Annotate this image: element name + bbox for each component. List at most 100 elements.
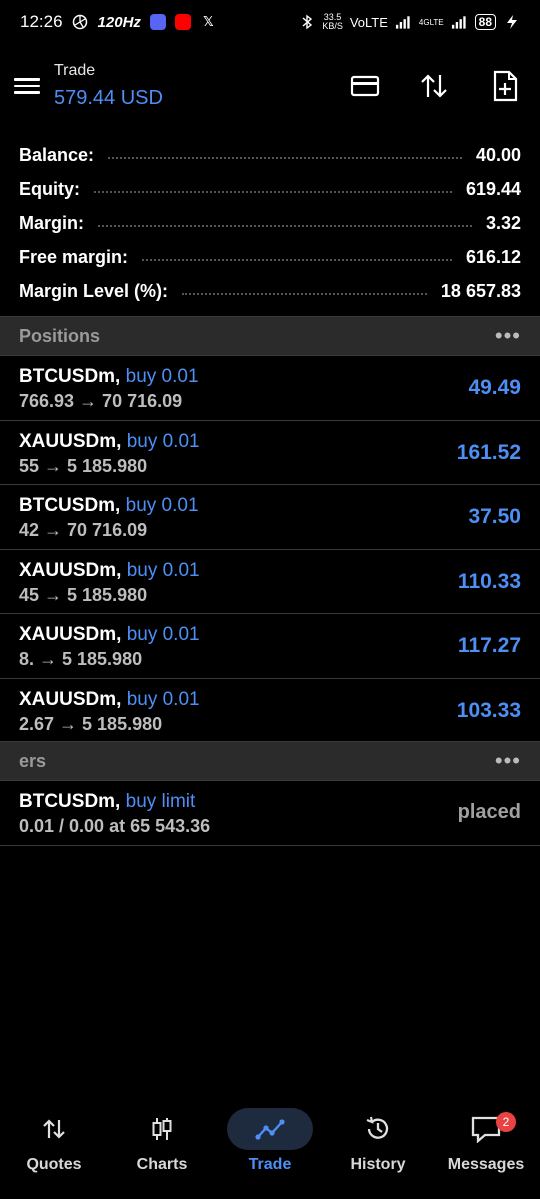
position-title: XAUUSDm, buy 0.01 [19,689,200,711]
order-type: buy 0.01 [126,430,200,452]
position-row[interactable]: BTCUSDm, buy 0.01 42 → 70 716.09 37.50 [0,485,540,550]
charging-icon [503,14,520,31]
summary-value: 18 657.83 [440,280,521,301]
profit: 110.33 [457,569,521,593]
discord-icon [149,14,166,30]
sort-button[interactable] [418,70,450,102]
price-change: 55 → 5 185.980 [19,455,148,476]
nav-messages[interactable]: 2 Messages [432,1100,540,1199]
summary-label: Balance: [19,144,95,165]
bottom-navigation: Quotes Charts Trade History 2 Messages [0,1100,540,1199]
summary-value: 40.00 [475,144,521,165]
nav-label: History [350,1156,406,1173]
orders-list: BTCUSDm, buy limit 0.01 / 0.00 at 65 543… [0,781,540,846]
order-title: BTCUSDm, buy limit [19,791,195,813]
summary-row-equity: Equity: 619.44 [0,172,540,206]
nav-charts[interactable]: Charts [108,1100,216,1199]
position-row[interactable]: XAUUSDm, buy 0.01 45 → 5 185.980 110.33 [0,550,540,614]
price-change: 8. → 5 185.980 [19,649,143,669]
position-title: XAUUSDm, buy 0.01 [19,560,200,582]
nav-label: Messages [447,1156,525,1173]
summary-row-margin-level: Margin Level (%): 18 657.83 [0,274,540,308]
orders-more-button[interactable]: ••• [495,750,521,772]
price-change: 45 → 5 185.980 [19,584,148,605]
trade-icon [227,1108,313,1150]
status-bar: 12:26 120Hz 𝕏 33.5 KB/S VoLTE 4GLTE 88 [0,0,540,44]
summary-value: 616.12 [465,246,521,267]
positions-more-button[interactable]: ••• [495,325,521,347]
nav-label: Quotes [26,1156,82,1173]
dotted-leader [182,293,427,295]
bluetooth-icon [298,14,315,31]
network-speed: 33.5 KB/S [322,13,343,31]
account-balance: 579.44 USD [54,87,163,109]
nav-history[interactable]: History [324,1100,432,1199]
order-type: buy 0.01 [126,559,200,581]
new-order-button[interactable] [489,70,521,102]
history-icon [335,1108,421,1150]
position-title: XAUUSDm, buy 0.01 [19,431,200,453]
menu-icon[interactable] [14,74,40,98]
net-speed-unit: KB/S [322,21,343,31]
profit: 161.52 [456,440,521,464]
dotted-leader [108,157,462,159]
pinwheel-icon [72,14,89,31]
profit: 49.49 [468,376,521,399]
deposit-card-button[interactable] [349,70,381,102]
refresh-rate: 120Hz [97,13,141,31]
profit: 103.33 [456,698,521,722]
youtube-icon [174,14,191,30]
symbol: BTCUSDm, [19,366,121,387]
position-row[interactable]: BTCUSDm, buy 0.01 766.93 → 70 716.09 49.… [0,356,540,421]
position-title: XAUUSDm, buy 0.01 [19,624,200,646]
summary-row-balance: Balance: 40.00 [0,138,540,172]
symbol: XAUUSDm, [19,624,122,645]
battery-level: 88 [474,14,496,30]
page-title: Trade [54,62,96,79]
volte-indicator: VoLTE [349,14,388,30]
charts-icon [119,1108,205,1150]
clock: 12:26 [20,12,63,31]
symbol: XAUUSDm, [19,688,122,710]
app-header: Trade 579.44 USD [0,60,540,116]
unread-badge: 2 [496,1112,516,1132]
nav-trade[interactable]: Trade [216,1100,324,1199]
orders-section-header: ers ••• [0,741,540,781]
positions-section-header: Positions ••• [0,316,540,356]
summary-label: Free margin: [19,246,129,267]
quotes-icon [11,1108,97,1150]
dotted-leader [94,191,452,193]
symbol: XAUUSDm, [19,559,122,581]
summary-label: Equity: [19,178,80,199]
nav-label: Charts [136,1156,188,1173]
position-row[interactable]: XAUUSDm, buy 0.01 55 → 5 185.980 161.52 [0,421,540,485]
position-row[interactable]: XAUUSDm, buy 0.01 2.67 → 5 185.980 103.3… [0,679,540,743]
positions-list: BTCUSDm, buy 0.01 766.93 → 70 716.09 49.… [0,356,540,743]
lte-indicator: 4GLTE [418,17,444,27]
card-icon [350,75,380,97]
order-type: buy 0.01 [126,688,200,710]
order-type: buy 0.01 [125,495,199,516]
profit: 117.27 [457,634,521,657]
dotted-leader [98,225,472,227]
position-title: BTCUSDm, buy 0.01 [19,366,199,388]
account-summary: Balance: 40.00 Equity: 619.44 Margin: 3.… [0,138,540,308]
sort-arrows-icon [421,74,447,98]
position-row[interactable]: XAUUSDm, buy 0.01 8. → 5 185.980 117.27 [0,614,540,679]
order-details: 0.01 / 0.00 at 65 543.36 [19,816,211,836]
order-type: buy limit [125,791,196,812]
x-icon: 𝕏 [203,14,214,29]
symbol: XAUUSDm, [19,430,122,452]
dotted-leader [142,259,452,261]
order-row[interactable]: BTCUSDm, buy limit 0.01 / 0.00 at 65 543… [0,781,540,846]
summary-label: Margin Level (%): [19,280,169,301]
nav-quotes[interactable]: Quotes [0,1100,108,1199]
symbol: BTCUSDm, [19,495,121,516]
summary-row-margin: Margin: 3.32 [0,206,540,240]
nav-label: Trade [248,1156,292,1173]
section-title: Positions [19,325,101,346]
messages-icon [443,1108,529,1150]
summary-row-free-margin: Free margin: 616.12 [0,240,540,274]
signal-icon [395,14,412,31]
price-change: 766.93 → 70 716.09 [19,391,183,411]
